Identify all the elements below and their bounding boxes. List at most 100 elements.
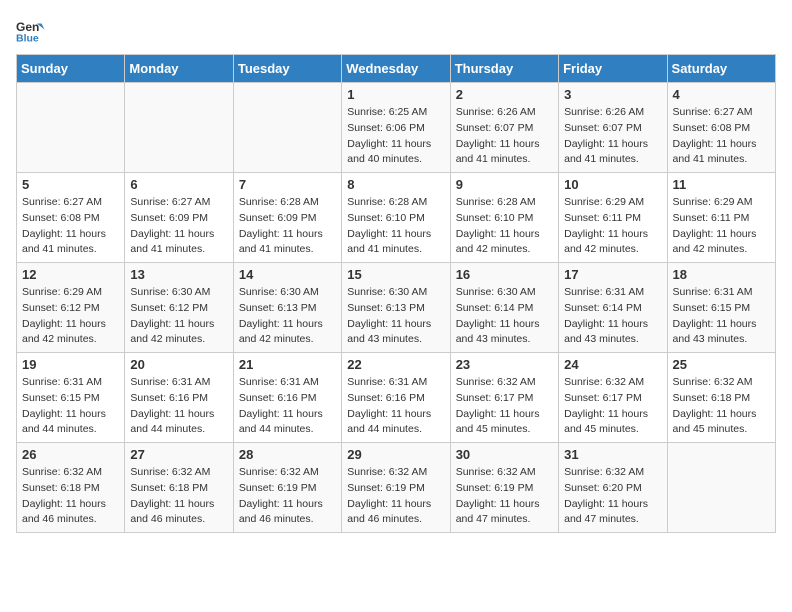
day-number: 30: [456, 447, 553, 462]
weekday-header-friday: Friday: [559, 55, 667, 83]
day-cell: 30 Sunrise: 6:32 AMSunset: 6:19 PMDayligh…: [450, 443, 558, 533]
weekday-header-row: SundayMondayTuesdayWednesdayThursdayFrid…: [17, 55, 776, 83]
day-cell: [233, 83, 341, 173]
day-cell: 10 Sunrise: 6:29 AMSunset: 6:11 PMDayligh…: [559, 173, 667, 263]
day-detail: Sunrise: 6:31 AMSunset: 6:16 PMDaylight:…: [347, 375, 444, 438]
day-detail: Sunrise: 6:31 AMSunset: 6:16 PMDaylight:…: [239, 375, 336, 438]
day-cell: 14Sunrise: 6:30 AMSunset: 6:13 PMDayligh…: [233, 263, 341, 353]
day-number: 25: [673, 357, 770, 372]
day-number: 28: [239, 447, 336, 462]
weekday-header-thursday: Thursday: [450, 55, 558, 83]
day-cell: 16 Sunrise: 6:30 AMSunset: 6:14 PMDayligh…: [450, 263, 558, 353]
day-cell: 11Sunrise: 6:29 AMSunset: 6:11 PMDayligh…: [667, 173, 775, 263]
day-number: 18: [673, 267, 770, 282]
logo: Gen Blue: [16, 16, 50, 46]
day-number: 23: [456, 357, 553, 372]
day-detail: Sunrise: 6:32 AMSunset: 6:19 PMDaylight:…: [347, 465, 444, 528]
day-detail: Sunrise: 6:26 AMSunset: 6:07 PMDaylight:…: [456, 105, 553, 168]
week-row-3: 12 Sunrise: 6:29 AMSunset: 6:12 PMDayligh…: [17, 263, 776, 353]
weekday-header-sunday: Sunday: [17, 55, 125, 83]
week-row-4: 19 Sunrise: 6:31 AMSunset: 6:15 PMDayligh…: [17, 353, 776, 443]
day-number: 12: [22, 267, 119, 282]
day-detail: Sunrise: 6:29 AMSunset: 6:11 PMDaylight:…: [673, 195, 770, 258]
day-detail: Sunrise: 6:32 AMSunset: 6:18 PMDaylight:…: [130, 465, 227, 528]
day-detail: Sunrise: 6:25 AMSunset: 6:06 PMDaylight:…: [347, 105, 444, 168]
weekday-header-wednesday: Wednesday: [342, 55, 450, 83]
day-cell: 1 Sunrise: 6:25 AMSunset: 6:06 PMDaylight…: [342, 83, 450, 173]
day-cell: [17, 83, 125, 173]
day-detail: Sunrise: 6:28 AMSunset: 6:09 PMDaylight:…: [239, 195, 336, 258]
week-row-2: 5 Sunrise: 6:27 AMSunset: 6:08 PMDaylight…: [17, 173, 776, 263]
day-number: 6: [130, 177, 227, 192]
day-number: 9: [456, 177, 553, 192]
day-cell: 24Sunrise: 6:32 AMSunset: 6:17 PMDayligh…: [559, 353, 667, 443]
calendar-table: SundayMondayTuesdayWednesdayThursdayFrid…: [16, 54, 776, 533]
day-cell: 27Sunrise: 6:32 AMSunset: 6:18 PMDayligh…: [125, 443, 233, 533]
day-number: 5: [22, 177, 119, 192]
day-number: 19: [22, 357, 119, 372]
day-detail: Sunrise: 6:32 AMSunset: 6:18 PMDaylight:…: [673, 375, 770, 438]
day-number: 10: [564, 177, 661, 192]
day-detail: Sunrise: 6:31 AMSunset: 6:15 PMDaylight:…: [673, 285, 770, 348]
day-number: 2: [456, 87, 553, 102]
day-number: 3: [564, 87, 661, 102]
day-cell: 13Sunrise: 6:30 AMSunset: 6:12 PMDayligh…: [125, 263, 233, 353]
day-cell: 23 Sunrise: 6:32 AMSunset: 6:17 PMDayligh…: [450, 353, 558, 443]
day-number: 1: [347, 87, 444, 102]
day-detail: Sunrise: 6:32 AMSunset: 6:18 PMDaylight:…: [22, 465, 119, 528]
day-detail: Sunrise: 6:32 AMSunset: 6:17 PMDaylight:…: [456, 375, 553, 438]
day-detail: Sunrise: 6:30 AMSunset: 6:13 PMDaylight:…: [239, 285, 336, 348]
day-detail: Sunrise: 6:30 AMSunset: 6:13 PMDaylight:…: [347, 285, 444, 348]
day-number: 29: [347, 447, 444, 462]
day-cell: 4 Sunrise: 6:27 AMSunset: 6:08 PMDaylight…: [667, 83, 775, 173]
day-number: 16: [456, 267, 553, 282]
day-detail: Sunrise: 6:29 AMSunset: 6:11 PMDaylight:…: [564, 195, 661, 258]
weekday-header-saturday: Saturday: [667, 55, 775, 83]
day-number: 26: [22, 447, 119, 462]
weekday-header-tuesday: Tuesday: [233, 55, 341, 83]
day-cell: 8 Sunrise: 6:28 AMSunset: 6:10 PMDaylight…: [342, 173, 450, 263]
day-cell: 9Sunrise: 6:28 AMSunset: 6:10 PMDaylight…: [450, 173, 558, 263]
day-cell: 5 Sunrise: 6:27 AMSunset: 6:08 PMDaylight…: [17, 173, 125, 263]
week-row-1: 1 Sunrise: 6:25 AMSunset: 6:06 PMDaylight…: [17, 83, 776, 173]
page-header: Gen Blue: [16, 16, 776, 46]
day-cell: 7 Sunrise: 6:28 AMSunset: 6:09 PMDaylight…: [233, 173, 341, 263]
day-cell: 29 Sunrise: 6:32 AMSunset: 6:19 PMDayligh…: [342, 443, 450, 533]
day-cell: 25 Sunrise: 6:32 AMSunset: 6:18 PMDayligh…: [667, 353, 775, 443]
day-cell: 21 Sunrise: 6:31 AMSunset: 6:16 PMDayligh…: [233, 353, 341, 443]
day-detail: Sunrise: 6:31 AMSunset: 6:15 PMDaylight:…: [22, 375, 119, 438]
day-detail: Sunrise: 6:32 AMSunset: 6:19 PMDaylight:…: [239, 465, 336, 528]
day-detail: Sunrise: 6:30 AMSunset: 6:14 PMDaylight:…: [456, 285, 553, 348]
day-number: 8: [347, 177, 444, 192]
day-detail: Sunrise: 6:31 AMSunset: 6:14 PMDaylight:…: [564, 285, 661, 348]
day-cell: 3 Sunrise: 6:26 AMSunset: 6:07 PMDaylight…: [559, 83, 667, 173]
day-cell: 18 Sunrise: 6:31 AMSunset: 6:15 PMDayligh…: [667, 263, 775, 353]
day-detail: Sunrise: 6:32 AMSunset: 6:20 PMDaylight:…: [564, 465, 661, 528]
day-cell: 22Sunrise: 6:31 AMSunset: 6:16 PMDayligh…: [342, 353, 450, 443]
day-number: 15: [347, 267, 444, 282]
day-detail: Sunrise: 6:30 AMSunset: 6:12 PMDaylight:…: [130, 285, 227, 348]
day-cell: 15 Sunrise: 6:30 AMSunset: 6:13 PMDayligh…: [342, 263, 450, 353]
day-number: 17: [564, 267, 661, 282]
svg-text:Blue: Blue: [16, 33, 39, 45]
day-detail: Sunrise: 6:31 AMSunset: 6:16 PMDaylight:…: [130, 375, 227, 438]
day-cell: 31Sunrise: 6:32 AMSunset: 6:20 PMDayligh…: [559, 443, 667, 533]
day-detail: Sunrise: 6:29 AMSunset: 6:12 PMDaylight:…: [22, 285, 119, 348]
day-detail: Sunrise: 6:27 AMSunset: 6:08 PMDaylight:…: [673, 105, 770, 168]
day-cell: 17 Sunrise: 6:31 AMSunset: 6:14 PMDayligh…: [559, 263, 667, 353]
day-cell: 19 Sunrise: 6:31 AMSunset: 6:15 PMDayligh…: [17, 353, 125, 443]
day-number: 4: [673, 87, 770, 102]
week-row-5: 26 Sunrise: 6:32 AMSunset: 6:18 PMDayligh…: [17, 443, 776, 533]
day-detail: Sunrise: 6:27 AMSunset: 6:09 PMDaylight:…: [130, 195, 227, 258]
day-number: 7: [239, 177, 336, 192]
day-detail: Sunrise: 6:28 AMSunset: 6:10 PMDaylight:…: [347, 195, 444, 258]
day-cell: 20Sunrise: 6:31 AMSunset: 6:16 PMDayligh…: [125, 353, 233, 443]
logo-icon: Gen Blue: [16, 16, 46, 46]
day-number: 21: [239, 357, 336, 372]
day-cell: 12 Sunrise: 6:29 AMSunset: 6:12 PMDayligh…: [17, 263, 125, 353]
day-detail: Sunrise: 6:27 AMSunset: 6:08 PMDaylight:…: [22, 195, 119, 258]
day-detail: Sunrise: 6:32 AMSunset: 6:19 PMDaylight:…: [456, 465, 553, 528]
day-cell: 6 Sunrise: 6:27 AMSunset: 6:09 PMDaylight…: [125, 173, 233, 263]
day-detail: Sunrise: 6:26 AMSunset: 6:07 PMDaylight:…: [564, 105, 661, 168]
day-cell: 28 Sunrise: 6:32 AMSunset: 6:19 PMDayligh…: [233, 443, 341, 533]
